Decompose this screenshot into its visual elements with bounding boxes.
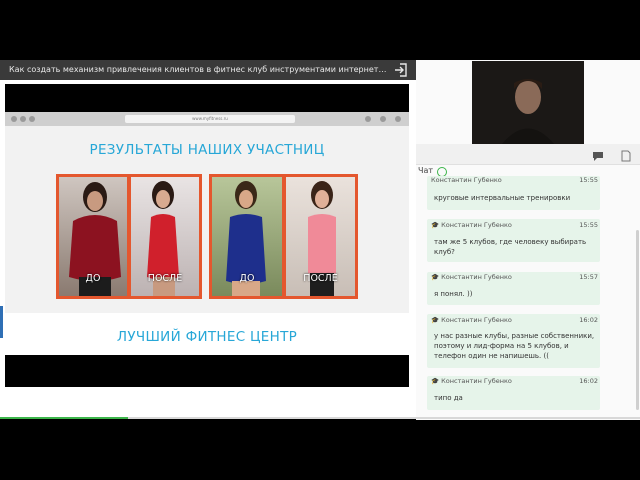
- graduate-cap-icon: 🎓: [431, 316, 440, 324]
- message-text: там же 5 клубов, где человеку выбирать к…: [434, 238, 587, 256]
- browser-menu-icon: [380, 116, 386, 122]
- before-after-photo-group: ДО ПОСЛЕ: [56, 174, 202, 299]
- before-caption: ДО: [85, 273, 101, 284]
- chat-scrollbar[interactable]: [636, 230, 639, 410]
- chat-title: Чат: [418, 166, 434, 175]
- notes-tab-button[interactable]: [620, 147, 632, 162]
- message-author: 🎓 Константин Губенко: [431, 316, 512, 324]
- presenter-video-icon: [472, 61, 584, 144]
- browser-menu-icon: [395, 116, 401, 122]
- before-caption: ДО: [239, 273, 255, 284]
- chat-message: 🎓 Константин Губенко 15:57 я понял. )): [427, 272, 600, 305]
- graduate-cap-icon: 🎓: [431, 221, 440, 229]
- message-time: 15:55: [579, 176, 598, 184]
- message-text: я понял. )): [434, 290, 473, 298]
- browser-dot-icon: [11, 116, 17, 122]
- presentation-title: Как создать механизм привлечения клиенто…: [9, 65, 387, 74]
- message-time: 16:02: [579, 316, 598, 324]
- browser-menu-icon: [365, 116, 371, 122]
- progress-bar[interactable]: [0, 417, 128, 419]
- browser-dot-icon: [20, 116, 26, 122]
- graduate-cap-icon: 🎓: [431, 273, 440, 281]
- chat-message: 🎓 Константин Губенко 16:02 у нас разные …: [427, 314, 600, 368]
- exit-icon: [395, 63, 407, 77]
- before-photo: ДО: [59, 177, 127, 296]
- before-after-photo-group: ДО ПОСЛЕ: [209, 174, 358, 299]
- chat-message: 🎓 Константин Губенко 15:55 там же 5 клуб…: [427, 219, 600, 262]
- chat-tab-button[interactable]: [592, 147, 604, 161]
- after-caption: ПОСЛЕ: [303, 273, 338, 284]
- browser-url-bar: www.myfitness.ru: [125, 115, 295, 123]
- message-text: круговые интервальные тренировки: [434, 194, 571, 202]
- graduate-cap-icon: 🎓: [431, 377, 440, 385]
- before-photo: ДО: [212, 177, 282, 296]
- after-photo: ПОСЛЕ: [131, 177, 199, 296]
- results-heading: РЕЗУЛЬТАТЫ НАШИХ УЧАСТНИЦ: [89, 142, 325, 158]
- chat-message: 🎓 Константин Губенко 16:02 типо да: [427, 376, 600, 410]
- presentation-slide: www.myfitness.ru РЕЗУЛЬТАТЫ НАШИХ УЧАСТН…: [5, 84, 409, 387]
- panel-tabs-bar: [416, 144, 640, 165]
- message-text: у нас разные клубы, разные собственники,…: [434, 332, 595, 360]
- document-icon: [621, 150, 631, 162]
- message-author: 🎓 Константин Губенко: [431, 221, 512, 229]
- chat-bubble-icon: [593, 152, 603, 161]
- best-fitness-heading: ЛУЧШИЙ ФИТНЕС ЦЕНТР: [116, 329, 298, 345]
- message-text: типо да: [434, 394, 463, 402]
- exit-fullscreen-button[interactable]: [392, 61, 410, 79]
- webcam-video: [472, 61, 584, 144]
- after-caption: ПОСЛЕ: [147, 273, 183, 284]
- chat-message: Константин Губенко 15:55 круговые интерв…: [427, 176, 600, 210]
- browser-dot-icon: [29, 116, 35, 122]
- side-tab[interactable]: [0, 306, 3, 338]
- message-author: 🎓 Константин Губенко: [431, 273, 512, 281]
- message-time: 16:02: [579, 377, 598, 385]
- message-time: 15:55: [579, 221, 598, 229]
- message-time: 15:57: [579, 273, 598, 281]
- after-photo: ПОСЛЕ: [286, 177, 355, 296]
- message-author: 🎓 Константин Губенко: [431, 377, 512, 385]
- message-author: Константин Губенко: [431, 176, 502, 184]
